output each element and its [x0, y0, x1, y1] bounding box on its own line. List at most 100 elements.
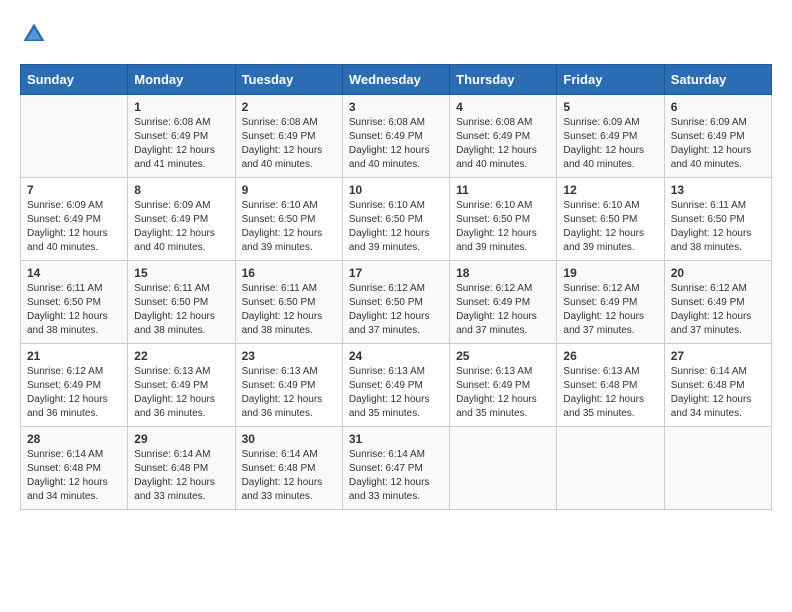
day-info: Sunrise: 6:14 AM Sunset: 6:47 PM Dayligh… — [349, 448, 443, 504]
day-number: 1 — [134, 100, 228, 114]
day-info: Sunrise: 6:10 AM Sunset: 6:50 PM Dayligh… — [563, 199, 657, 255]
logo — [20, 20, 52, 48]
calendar-cell: 8 Sunrise: 6:09 AM Sunset: 6:49 PM Daylig… — [128, 178, 235, 261]
day-number: 8 — [134, 183, 228, 197]
calendar-cell: 19 Sunrise: 6:12 AM Sunset: 6:49 PM Dayli… — [557, 261, 664, 344]
calendar-cell: 12 Sunrise: 6:10 AM Sunset: 6:50 PM Dayli… — [557, 178, 664, 261]
calendar-cell: 4 Sunrise: 6:08 AM Sunset: 6:49 PM Daylig… — [450, 95, 557, 178]
day-info: Sunrise: 6:12 AM Sunset: 6:49 PM Dayligh… — [456, 282, 550, 338]
day-number: 30 — [242, 432, 336, 446]
day-number: 28 — [27, 432, 121, 446]
calendar-cell: 14 Sunrise: 6:11 AM Sunset: 6:50 PM Dayli… — [21, 261, 128, 344]
day-info: Sunrise: 6:13 AM Sunset: 6:49 PM Dayligh… — [242, 365, 336, 421]
calendar-cell: 7 Sunrise: 6:09 AM Sunset: 6:49 PM Daylig… — [21, 178, 128, 261]
day-number: 4 — [456, 100, 550, 114]
day-info: Sunrise: 6:12 AM Sunset: 6:49 PM Dayligh… — [27, 365, 121, 421]
calendar-cell: 10Sunrise: 6:10 AM Sunset: 6:50 PM Dayli… — [342, 178, 449, 261]
day-number: 23 — [242, 349, 336, 363]
calendar-cell: 2 Sunrise: 6:08 AM Sunset: 6:49 PM Daylig… — [235, 95, 342, 178]
day-info: Sunrise: 6:13 AM Sunset: 6:49 PM Dayligh… — [456, 365, 550, 421]
calendar-cell: 26 Sunrise: 6:13 AM Sunset: 6:48 PM Dayli… — [557, 344, 664, 427]
calendar-cell: 22 Sunrise: 6:13 AM Sunset: 6:49 PM Dayli… — [128, 344, 235, 427]
day-info: Sunrise: 6:12 AM Sunset: 6:49 PM Dayligh… — [671, 282, 765, 338]
weekday-header-row: SundayMondayTuesdayWednesdayThursdayFrid… — [21, 65, 772, 95]
day-number: 15 — [134, 266, 228, 280]
day-number: 18 — [456, 266, 550, 280]
day-info: Sunrise: 6:09 AM Sunset: 6:49 PM Dayligh… — [563, 116, 657, 172]
calendar-cell: 1 Sunrise: 6:08 AM Sunset: 6:49 PM Daylig… — [128, 95, 235, 178]
weekday-header-friday: Friday — [557, 65, 664, 95]
day-info: Sunrise: 6:08 AM Sunset: 6:49 PM Dayligh… — [349, 116, 443, 172]
day-number: 6 — [671, 100, 765, 114]
weekday-header-thursday: Thursday — [450, 65, 557, 95]
day-info: Sunrise: 6:10 AM Sunset: 6:50 PM Dayligh… — [242, 199, 336, 255]
day-info: Sunrise: 6:09 AM Sunset: 6:49 PM Dayligh… — [27, 199, 121, 255]
calendar-cell: 6 Sunrise: 6:09 AM Sunset: 6:49 PM Daylig… — [664, 95, 771, 178]
day-info: Sunrise: 6:14 AM Sunset: 6:48 PM Dayligh… — [671, 365, 765, 421]
day-number: 24 — [349, 349, 443, 363]
calendar-cell: 21 Sunrise: 6:12 AM Sunset: 6:49 PM Dayli… — [21, 344, 128, 427]
day-info: Sunrise: 6:11 AM Sunset: 6:50 PM Dayligh… — [242, 282, 336, 338]
day-info: Sunrise: 6:10 AM Sunset: 6:50 PM Dayligh… — [456, 199, 550, 255]
day-info: Sunrise: 6:13 AM Sunset: 6:49 PM Dayligh… — [134, 365, 228, 421]
day-info: Sunrise: 6:09 AM Sunset: 6:49 PM Dayligh… — [671, 116, 765, 172]
calendar-cell — [21, 95, 128, 178]
day-number: 26 — [563, 349, 657, 363]
day-number: 22 — [134, 349, 228, 363]
logo-icon — [20, 20, 48, 48]
calendar-cell: 5 Sunrise: 6:09 AM Sunset: 6:49 PM Daylig… — [557, 95, 664, 178]
day-info: Sunrise: 6:13 AM Sunset: 6:48 PM Dayligh… — [563, 365, 657, 421]
day-number: 17 — [349, 266, 443, 280]
calendar-cell: 15 Sunrise: 6:11 AM Sunset: 6:50 PM Dayli… — [128, 261, 235, 344]
day-number: 20 — [671, 266, 765, 280]
day-info: Sunrise: 6:08 AM Sunset: 6:49 PM Dayligh… — [134, 116, 228, 172]
calendar-cell: 29 Sunrise: 6:14 AM Sunset: 6:48 PM Dayli… — [128, 427, 235, 510]
day-number: 14 — [27, 266, 121, 280]
day-info: Sunrise: 6:14 AM Sunset: 6:48 PM Dayligh… — [27, 448, 121, 504]
day-info: Sunrise: 6:14 AM Sunset: 6:48 PM Dayligh… — [242, 448, 336, 504]
day-number: 11 — [456, 183, 550, 197]
day-number: 2 — [242, 100, 336, 114]
calendar-cell: 3 Sunrise: 6:08 AM Sunset: 6:49 PM Daylig… — [342, 95, 449, 178]
day-number: 10 — [349, 183, 443, 197]
day-number: 7 — [27, 183, 121, 197]
day-info: Sunrise: 6:09 AM Sunset: 6:49 PM Dayligh… — [134, 199, 228, 255]
day-number: 29 — [134, 432, 228, 446]
weekday-header-monday: Monday — [128, 65, 235, 95]
calendar-week-row: 28 Sunrise: 6:14 AM Sunset: 6:48 PM Dayli… — [21, 427, 772, 510]
weekday-header-wednesday: Wednesday — [342, 65, 449, 95]
calendar-cell: 17Sunrise: 6:12 AM Sunset: 6:50 PM Dayli… — [342, 261, 449, 344]
day-number: 31 — [349, 432, 443, 446]
weekday-header-saturday: Saturday — [664, 65, 771, 95]
day-info: Sunrise: 6:13 AM Sunset: 6:49 PM Dayligh… — [349, 365, 443, 421]
day-number: 19 — [563, 266, 657, 280]
weekday-header-tuesday: Tuesday — [235, 65, 342, 95]
calendar-cell: 20 Sunrise: 6:12 AM Sunset: 6:49 PM Dayli… — [664, 261, 771, 344]
day-info: Sunrise: 6:12 AM Sunset: 6:49 PM Dayligh… — [563, 282, 657, 338]
day-number: 12 — [563, 183, 657, 197]
day-number: 13 — [671, 183, 765, 197]
calendar-week-row: 21 Sunrise: 6:12 AM Sunset: 6:49 PM Dayli… — [21, 344, 772, 427]
day-number: 5 — [563, 100, 657, 114]
calendar-cell: 31 Sunrise: 6:14 AM Sunset: 6:47 PM Dayli… — [342, 427, 449, 510]
calendar-cell: 23 Sunrise: 6:13 AM Sunset: 6:49 PM Dayli… — [235, 344, 342, 427]
weekday-header-sunday: Sunday — [21, 65, 128, 95]
calendar-cell — [450, 427, 557, 510]
calendar-cell: 11 Sunrise: 6:10 AM Sunset: 6:50 PM Dayli… — [450, 178, 557, 261]
calendar-week-row: 7 Sunrise: 6:09 AM Sunset: 6:49 PM Daylig… — [21, 178, 772, 261]
calendar-cell: 9 Sunrise: 6:10 AM Sunset: 6:50 PM Daylig… — [235, 178, 342, 261]
calendar-cell: 16Sunrise: 6:11 AM Sunset: 6:50 PM Dayli… — [235, 261, 342, 344]
calendar-cell: 24 Sunrise: 6:13 AM Sunset: 6:49 PM Dayli… — [342, 344, 449, 427]
day-info: Sunrise: 6:11 AM Sunset: 6:50 PM Dayligh… — [27, 282, 121, 338]
day-number: 3 — [349, 100, 443, 114]
calendar-week-row: 14 Sunrise: 6:11 AM Sunset: 6:50 PM Dayli… — [21, 261, 772, 344]
day-number: 9 — [242, 183, 336, 197]
day-info: Sunrise: 6:08 AM Sunset: 6:49 PM Dayligh… — [456, 116, 550, 172]
day-info: Sunrise: 6:11 AM Sunset: 6:50 PM Dayligh… — [134, 282, 228, 338]
day-number: 21 — [27, 349, 121, 363]
day-info: Sunrise: 6:08 AM Sunset: 6:49 PM Dayligh… — [242, 116, 336, 172]
day-info: Sunrise: 6:11 AM Sunset: 6:50 PM Dayligh… — [671, 199, 765, 255]
day-info: Sunrise: 6:14 AM Sunset: 6:48 PM Dayligh… — [134, 448, 228, 504]
day-number: 27 — [671, 349, 765, 363]
calendar-cell — [664, 427, 771, 510]
